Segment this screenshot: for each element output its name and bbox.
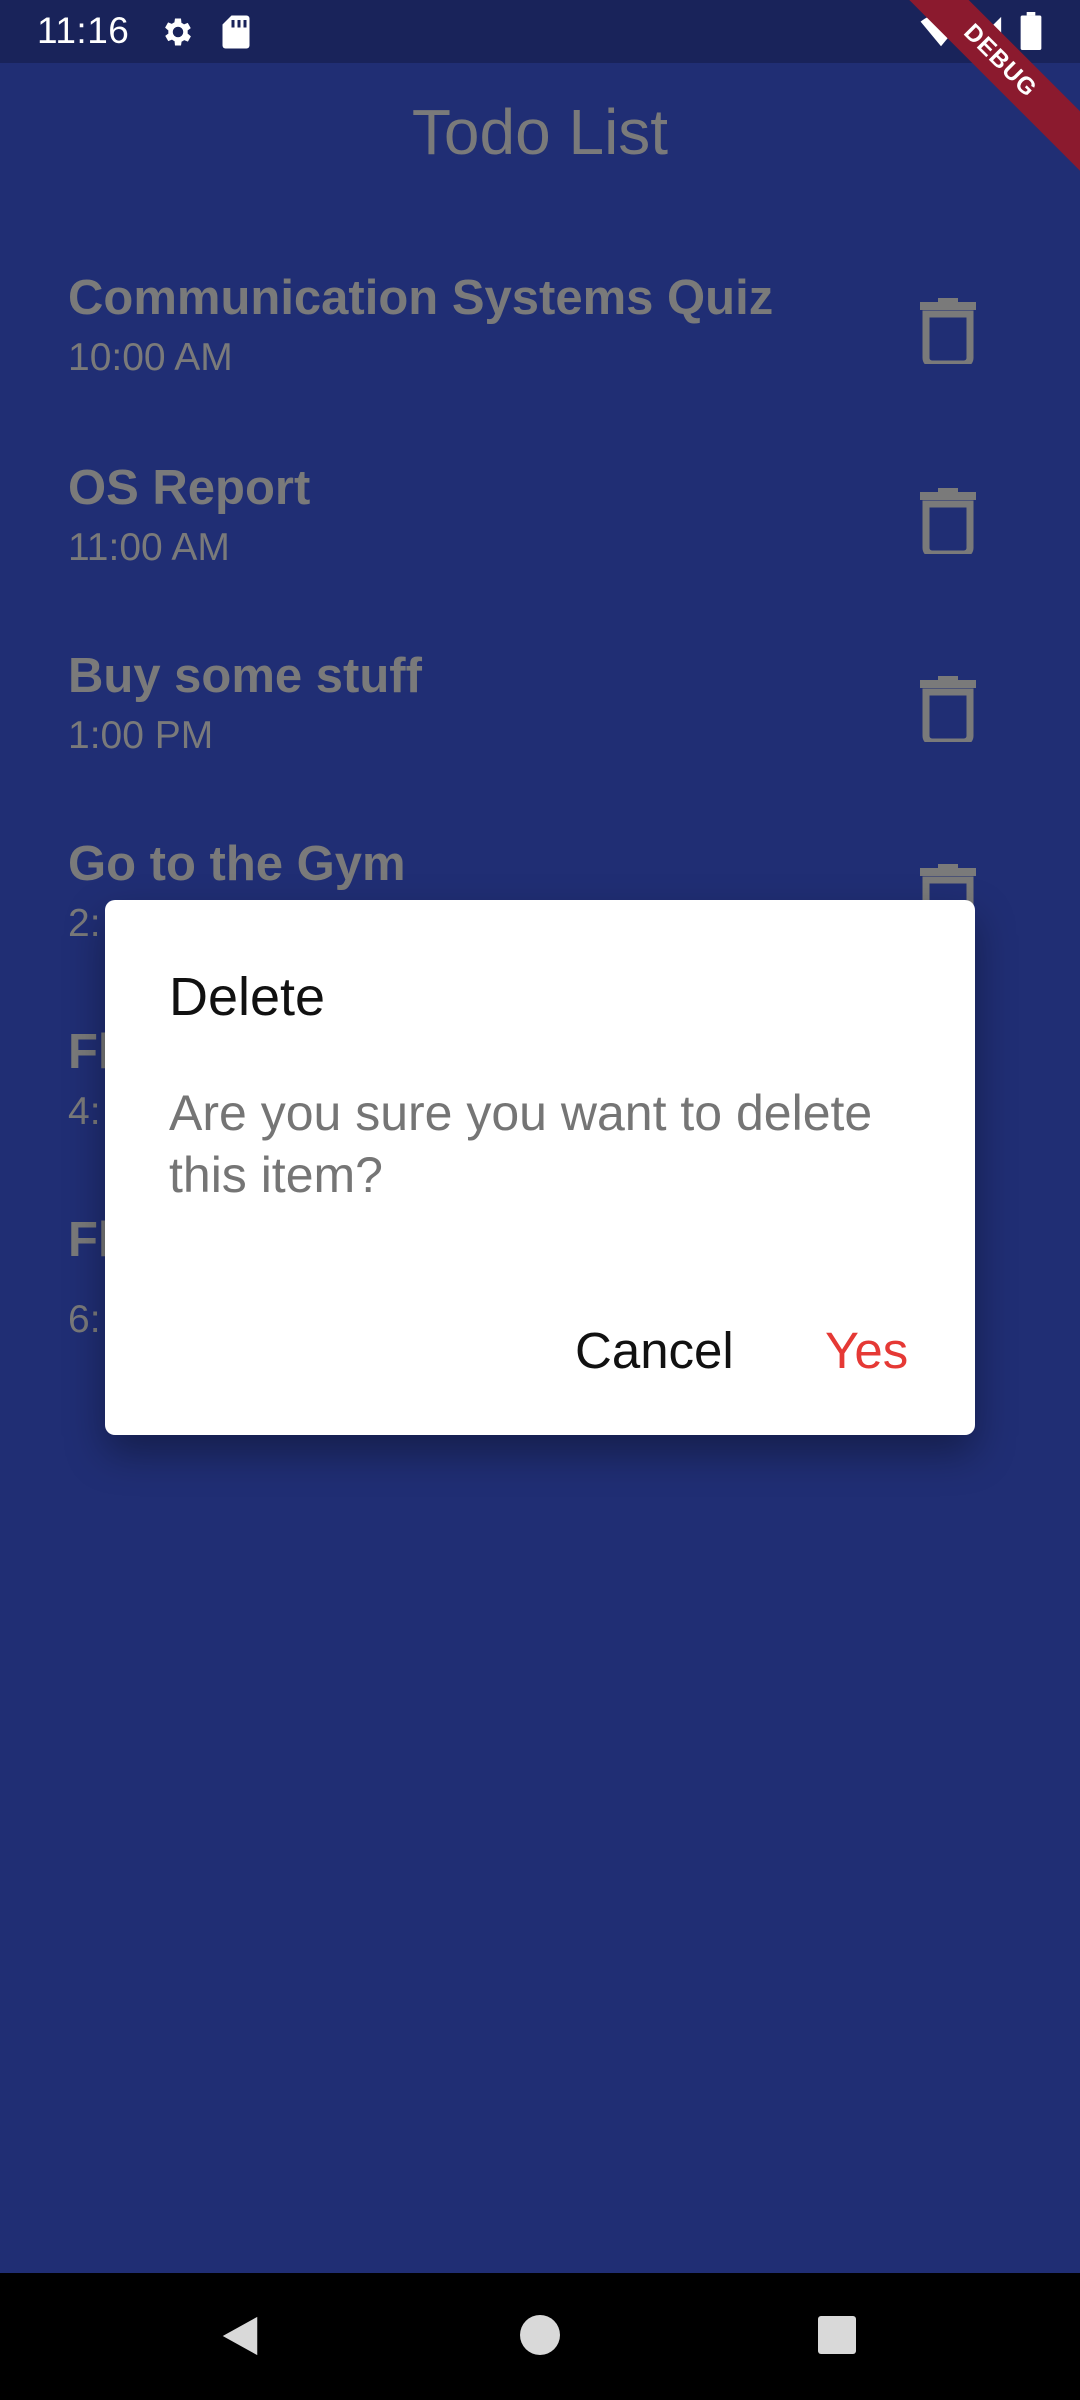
dialog-title: Delete — [169, 967, 326, 1027]
dialog-message: Are you sure you want to delete this ite… — [169, 1085, 873, 1203]
delete-dialog: Delete Are you sure you want to delete t… — [105, 900, 975, 1435]
status-time: 11:16 — [37, 10, 130, 51]
system-nav-bar — [0, 2273, 1080, 2400]
battery-icon — [1020, 12, 1042, 50]
back-icon[interactable] — [218, 2313, 262, 2359]
cancel-button[interactable]: Cancel — [575, 1310, 734, 1390]
app-screen: 11:16 DEBUG Todo List Communication Syst… — [0, 0, 1080, 2400]
sd-card-icon — [222, 15, 250, 49]
home-icon[interactable] — [520, 2315, 560, 2355]
confirm-delete-button[interactable]: Yes — [825, 1310, 908, 1390]
settings-gear-icon — [165, 18, 191, 46]
recent-apps-icon[interactable] — [818, 2316, 856, 2354]
